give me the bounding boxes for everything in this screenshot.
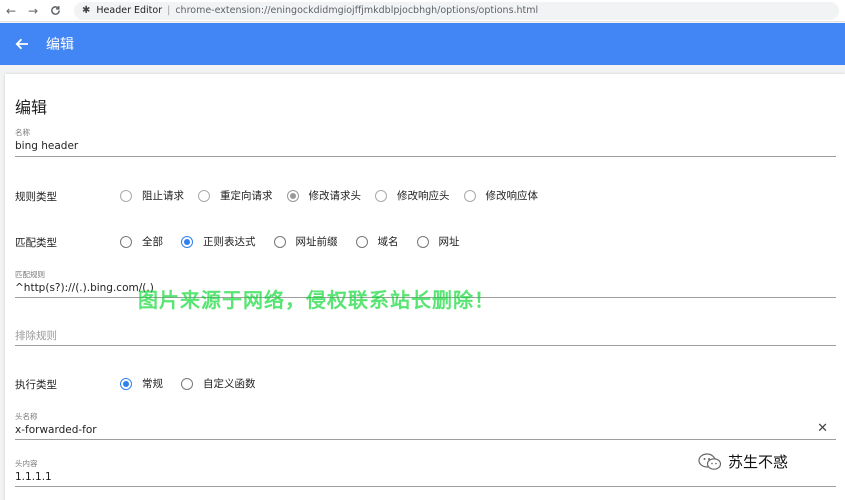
rule-type-option-label: 修改响应体 xyxy=(485,190,539,202)
wechat-logo-icon xyxy=(698,452,722,470)
exclude-rule-field[interactable]: 排除规则 xyxy=(15,328,836,346)
exec-type-radio-group: 常规 自定义函数 xyxy=(120,376,256,391)
header-name-field[interactable]: 头名称 x-forwarded-for ✕ xyxy=(15,411,836,440)
rule-type-option-redirect[interactable]: 重定向请求 xyxy=(198,188,273,203)
radio-icon[interactable] xyxy=(375,189,387,202)
url-separator: | xyxy=(167,5,171,16)
header-value-input[interactable]: 1.1.1.1 xyxy=(15,471,836,483)
arrow-left-icon xyxy=(15,38,28,50)
match-type-option-regex[interactable]: 正则表达式 xyxy=(181,234,256,249)
back-button[interactable] xyxy=(0,37,44,51)
url-text: chrome-extension://eningockdidmgiojffjmk… xyxy=(175,5,539,16)
radio-selected-icon[interactable] xyxy=(286,189,299,202)
match-type-option-label: 全部 xyxy=(142,236,163,248)
match-type-option-prefix[interactable]: 网址前缀 xyxy=(273,234,338,249)
watermark-text: 图片来源于网络，侵权联系站长删除！ xyxy=(138,288,495,312)
match-type-option-url[interactable]: 网址 xyxy=(416,234,460,249)
back-arrow-icon[interactable]: ← xyxy=(0,0,22,22)
exec-type-option-custom-function[interactable]: 自定义函数 xyxy=(181,376,256,391)
exec-type-option-normal[interactable]: 常规 xyxy=(120,376,163,391)
exec-type-option-label: 常规 xyxy=(142,378,163,390)
match-type-option-label: 网址 xyxy=(438,236,460,248)
extension-puzzle-icon: ✱ xyxy=(82,5,91,16)
match-type-label: 匹配类型 xyxy=(15,237,57,249)
clear-icon[interactable]: ✕ xyxy=(817,421,828,436)
radio-icon[interactable] xyxy=(120,235,132,248)
rule-type-option-modify-response-header[interactable]: 修改响应头 xyxy=(375,188,450,203)
match-type-option-label: 域名 xyxy=(377,236,399,248)
radio-icon[interactable] xyxy=(120,189,132,202)
card-title: 编辑 xyxy=(15,98,48,117)
radio-icon[interactable] xyxy=(416,235,429,248)
exec-type-option-label: 自定义函数 xyxy=(203,378,256,390)
radio-icon[interactable] xyxy=(463,189,476,202)
match-type-option-all[interactable]: 全部 xyxy=(120,234,163,249)
forward-arrow-icon[interactable]: → xyxy=(22,0,44,22)
radio-icon[interactable] xyxy=(181,377,193,390)
name-label: 名称 xyxy=(15,128,30,137)
header-name-input[interactable]: x-forwarded-for xyxy=(15,424,836,436)
radio-selected-icon[interactable] xyxy=(120,377,132,390)
rule-type-label: 规则类型 xyxy=(15,191,57,203)
match-type-option-domain[interactable]: 域名 xyxy=(355,234,399,249)
radio-icon[interactable] xyxy=(273,235,286,248)
rule-type-option-label: 修改响应头 xyxy=(397,190,450,202)
radio-icon[interactable] xyxy=(198,189,210,202)
match-type-option-label: 正则表达式 xyxy=(203,236,256,248)
header-name-label: 头名称 xyxy=(15,412,38,421)
rule-type-option-block[interactable]: 阻止请求 xyxy=(120,188,184,203)
app-header: 编辑 xyxy=(0,23,845,65)
name-field[interactable]: 名称 bing header xyxy=(15,127,836,157)
match-type-radio-group: 全部 正则表达式 网址前缀 域名 网址 xyxy=(120,234,460,249)
match-type-option-label: 网址前缀 xyxy=(295,236,338,248)
match-rule-label: 匹配规则 xyxy=(15,270,45,279)
rule-type-option-modify-response-body[interactable]: 修改响应体 xyxy=(463,188,539,203)
reload-icon[interactable] xyxy=(44,0,66,22)
app-title: 编辑 xyxy=(46,37,74,53)
rule-type-radio-group: 阻止请求 重定向请求 修改请求头 修改响应头 修改响应体 xyxy=(120,188,538,203)
rule-type-option-label: 重定向请求 xyxy=(220,190,273,202)
radio-icon[interactable] xyxy=(355,235,368,248)
extension-name: Header Editor xyxy=(96,5,163,16)
rule-type-option-label: 阻止请求 xyxy=(142,190,184,202)
browser-toolbar: ← → ✱ Header Editor | chrome-extension:/… xyxy=(0,0,845,22)
name-input[interactable]: bing header xyxy=(15,140,836,152)
radio-selected-icon[interactable] xyxy=(181,235,193,248)
exclude-rule-input[interactable]: 排除规则 xyxy=(15,328,836,343)
exec-type-label: 执行类型 xyxy=(15,379,57,391)
rule-type-option-label: 修改请求头 xyxy=(308,190,362,202)
address-bar[interactable]: ✱ Header Editor | chrome-extension://eni… xyxy=(74,1,839,20)
rule-type-option-modify-request-header[interactable]: 修改请求头 xyxy=(286,188,362,203)
account-name: 苏生不惑 xyxy=(728,453,789,471)
wechat-account-badge: 苏生不惑 xyxy=(698,451,788,472)
